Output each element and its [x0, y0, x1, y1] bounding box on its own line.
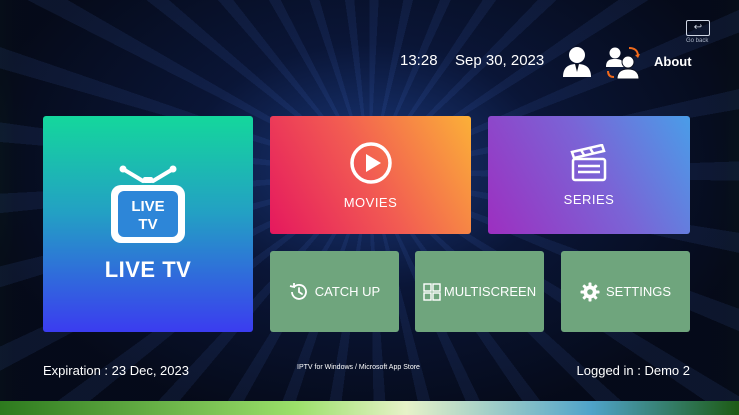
- tv-icon-text-top: LIVE: [131, 198, 164, 215]
- go-back-icon: ↩: [686, 20, 710, 36]
- movies-label: MOVIES: [343, 194, 398, 210]
- series-tile[interactable]: SERIES: [488, 116, 690, 234]
- go-back-label: Go back: [686, 38, 709, 44]
- catch-up-tile[interactable]: CATCH UP: [270, 251, 399, 332]
- clock-date: Sep 30, 2023: [455, 52, 545, 69]
- catch-up-label: CATCH UP: [314, 284, 381, 299]
- bottom-glow: [0, 401, 739, 415]
- settings-tile[interactable]: SETTINGS: [561, 251, 690, 332]
- series-label: SERIES: [563, 191, 615, 207]
- movies-tile[interactable]: MOVIES: [270, 116, 471, 234]
- gear-icon: [580, 282, 600, 301]
- settings-label: SETTINGS: [605, 284, 671, 299]
- store-note: IPTV for Windows / Microsoft App Store: [297, 364, 420, 371]
- grid-icon: [423, 282, 441, 301]
- tv-icon: LIVE TV: [111, 165, 185, 243]
- user-icon[interactable]: [562, 45, 592, 77]
- history-icon: [289, 282, 307, 300]
- clock-time: 13:28: [400, 52, 438, 69]
- about-button[interactable]: About: [654, 54, 692, 69]
- play-icon: [349, 141, 392, 184]
- logged-in-text: Logged in : Demo 2: [576, 363, 690, 378]
- live-tv-tile[interactable]: LIVE TV LIVE TV: [43, 116, 253, 332]
- multiscreen-tile[interactable]: MULTISCREEN: [415, 251, 544, 332]
- clapperboard-icon: [570, 143, 607, 181]
- expiration-text: Expiration : 23 Dec, 2023: [43, 363, 189, 378]
- switch-user-icon[interactable]: [605, 45, 641, 80]
- tv-icon-text-bottom: TV: [138, 216, 157, 233]
- live-tv-label: LIVE TV: [104, 257, 192, 282]
- multiscreen-label: MULTISCREEN: [443, 284, 537, 299]
